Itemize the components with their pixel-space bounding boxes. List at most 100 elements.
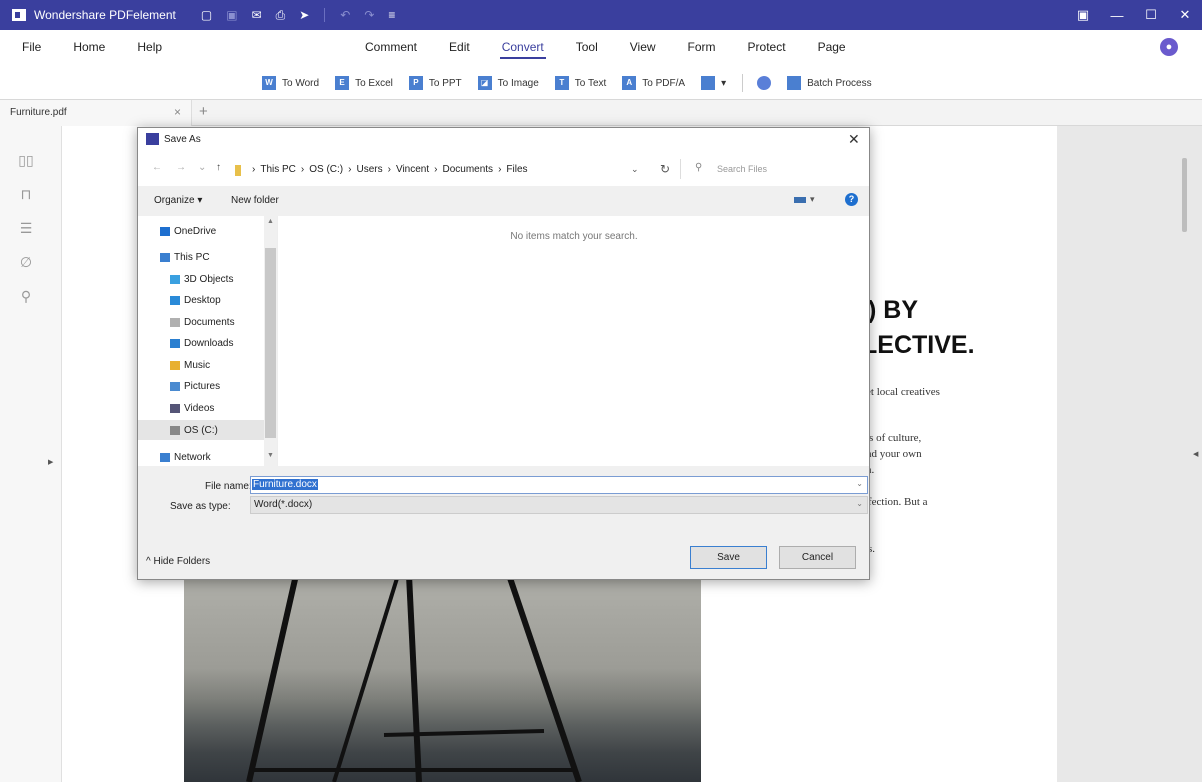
bookmark-icon[interactable]: ⊓ (18, 186, 34, 202)
to-image-button[interactable]: ◪ To Image (477, 76, 539, 90)
help-icon[interactable]: ? (845, 193, 858, 206)
headline-line-2: LECTIVE. (862, 331, 975, 359)
tab-comment[interactable]: Comment (365, 40, 417, 54)
breadcrumb-os-c[interactable]: OS (C:) (309, 164, 343, 175)
chevron-down-icon: ▾ (721, 77, 727, 89)
view-options-icon[interactable] (794, 197, 806, 203)
nav-item-3d-objects[interactable]: 3D Objects (170, 274, 233, 285)
recent-dropdown-icon[interactable]: ⌄ (198, 162, 206, 173)
documents-icon (170, 318, 180, 327)
menu-home[interactable]: Home (73, 40, 105, 54)
batch-process-button[interactable]: Batch Process (787, 76, 872, 90)
panel-toggle-icon[interactable]: ▣ (1066, 7, 1100, 23)
breadcrumb-this-pc[interactable]: This PC (260, 164, 296, 175)
file-list[interactable]: No items match your search. (277, 216, 869, 466)
customize-icon[interactable]: ≡ (388, 8, 395, 22)
music-icon (170, 361, 180, 370)
forward-arrow-icon[interactable]: → (176, 162, 186, 173)
save-icon[interactable]: ▣ (226, 8, 237, 22)
maximize-button[interactable]: ☐ (1134, 7, 1168, 23)
dialog-title: Save As (164, 134, 201, 145)
tab-protect[interactable]: Protect (748, 40, 786, 54)
thumbnails-icon[interactable]: ▯▯ (18, 152, 34, 168)
chevron-down-icon[interactable]: ⌄ (856, 499, 863, 508)
menu-help[interactable]: Help (137, 40, 162, 54)
breadcrumb-documents[interactable]: Documents (442, 164, 493, 175)
save-type-select[interactable]: Word(*.docx) ⌄ (250, 496, 868, 514)
attachment-icon[interactable]: ∅ (18, 254, 34, 270)
up-arrow-icon[interactable]: ↑ (216, 162, 221, 173)
nav-item-desktop[interactable]: Desktop (170, 295, 221, 306)
chevron-down-icon[interactable]: ▾ (810, 194, 815, 205)
tab-page[interactable]: Page (818, 40, 846, 54)
organize-button[interactable]: Organize ▾ (154, 195, 202, 206)
nav-item-downloads[interactable]: Downloads (170, 338, 233, 349)
new-tab-icon[interactable]: + (199, 103, 208, 120)
refresh-icon[interactable]: ↻ (660, 162, 670, 176)
nav-item-this-pc[interactable]: This PC (160, 252, 210, 263)
email-icon[interactable]: ✉ (252, 8, 262, 22)
to-word-button[interactable]: W To Word (262, 76, 319, 90)
navigation-scrollbar[interactable]: ▲ ▼ (264, 216, 277, 466)
file-name-input[interactable]: Furniture.docx ⌄ (250, 476, 868, 494)
collapse-right-panel-icon[interactable]: ◀ (1193, 450, 1198, 458)
file-name-value: Furniture.docx (252, 479, 318, 490)
nav-item-onedrive[interactable]: OneDrive (160, 226, 216, 237)
title-bar: Wondershare PDFelement ▢ ▣ ✉ ⎙ ➤ ↶ ↷ ≡ ▣… (0, 0, 1202, 30)
user-avatar-icon[interactable]: ● (1160, 38, 1178, 56)
settings-icon[interactable] (757, 76, 772, 90)
nav-item-label: 3D Objects (184, 274, 234, 285)
tab-convert[interactable]: Convert (499, 40, 546, 59)
minimize-button[interactable]: — (1100, 8, 1134, 23)
redo-icon[interactable]: ↷ (364, 8, 374, 22)
hide-folders-button[interactable]: ^ Hide Folders (146, 556, 210, 567)
tab-edit[interactable]: Edit (449, 40, 470, 54)
tab-view[interactable]: View (630, 40, 656, 54)
comment-icon[interactable]: ☰ (18, 220, 34, 236)
dialog-close-button[interactable]: ✕ (848, 131, 860, 148)
close-tab-icon[interactable]: × (174, 105, 181, 119)
nav-item-os-c[interactable]: OS (C:) (138, 420, 264, 440)
document-scrollbar[interactable] (1182, 158, 1187, 232)
scroll-up-icon[interactable]: ▲ (267, 218, 274, 225)
search-box[interactable]: ⚲ Search Files (680, 159, 860, 179)
breadcrumb-separator: › (434, 164, 438, 175)
to-ppt-button[interactable]: P To PPT (408, 76, 462, 90)
share-icon[interactable]: ➤ (299, 8, 309, 22)
breadcrumb-separator: › (252, 164, 256, 175)
print-icon[interactable]: ⎙ (276, 8, 286, 23)
more-formats-button[interactable]: ▾ (701, 76, 726, 90)
search-icon[interactable]: ⚲ (18, 288, 34, 304)
scroll-down-icon[interactable]: ▼ (267, 452, 274, 459)
tab-tool[interactable]: Tool (576, 40, 598, 54)
cancel-button[interactable]: Cancel (779, 546, 856, 569)
open-icon[interactable]: ▢ (201, 8, 212, 22)
to-pdfa-button[interactable]: A To PDF/A (622, 76, 685, 90)
nav-item-videos[interactable]: Videos (170, 403, 214, 414)
chair-legs-illustration (246, 575, 582, 782)
nav-item-network[interactable]: Network (160, 452, 211, 463)
breadcrumb[interactable]: › This PC › OS (C:) › Users › Vincent › … (252, 164, 533, 175)
back-arrow-icon[interactable]: ← (152, 162, 162, 173)
nav-item-music[interactable]: Music (170, 360, 210, 371)
menu-file[interactable]: File (22, 40, 41, 54)
breadcrumb-users[interactable]: Users (356, 164, 382, 175)
scrollbar-thumb[interactable] (265, 248, 276, 438)
to-text-button[interactable]: T To Text (554, 76, 606, 90)
nav-item-pictures[interactable]: Pictures (170, 381, 220, 392)
to-excel-button[interactable]: E To Excel (335, 76, 393, 90)
ppt-icon: P (408, 76, 423, 90)
nav-item-documents[interactable]: Documents (170, 317, 235, 328)
batch-icon (787, 76, 802, 90)
document-tab[interactable]: Furniture.pdf × (0, 100, 192, 126)
chevron-down-icon[interactable]: ⌄ (631, 164, 639, 175)
save-button[interactable]: Save (690, 546, 767, 569)
chevron-down-icon[interactable]: ⌄ (856, 479, 863, 488)
expand-panel-icon[interactable]: ▶ (48, 458, 53, 466)
breadcrumb-vincent[interactable]: Vincent (396, 164, 429, 175)
undo-icon[interactable]: ↶ (340, 8, 350, 22)
tab-form[interactable]: Form (688, 40, 716, 54)
new-folder-button[interactable]: New folder (231, 195, 279, 206)
breadcrumb-files[interactable]: Files (506, 164, 527, 175)
close-button[interactable]: ✕ (1168, 7, 1202, 23)
